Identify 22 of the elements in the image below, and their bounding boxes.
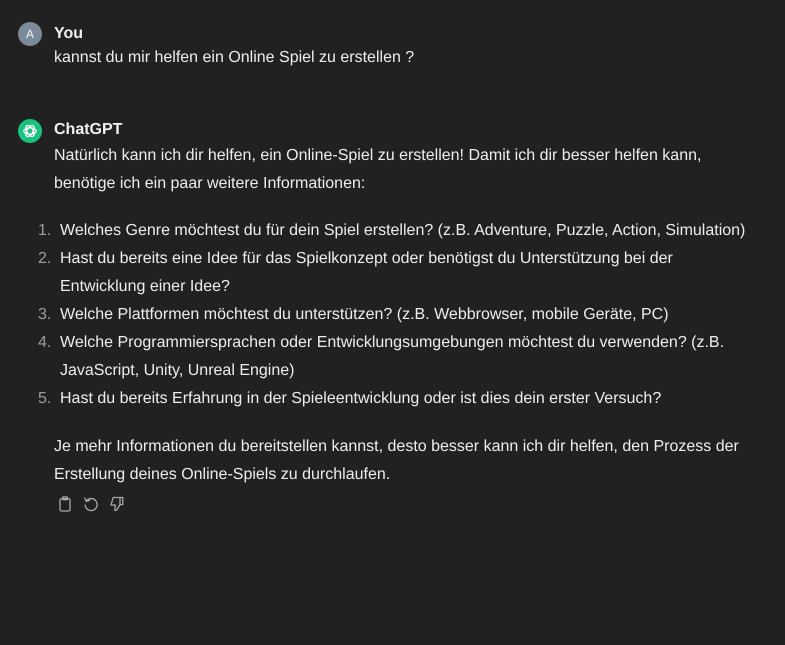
clipboard-icon: [57, 496, 73, 512]
list-item-text: Hast du bereits eine Idee für das Spielkonzept oder benötigst du Unterstützung bei der Entwicklung einer Idee?: [60, 249, 674, 297]
list-item-text: Hast du bereits Erfahrung in der Spieleentwicklung oder ist dies dein erster Versuch?: [60, 389, 662, 409]
regenerate-icon: [83, 496, 99, 512]
regenerate-button[interactable]: [82, 495, 100, 513]
list-item-text: Welche Programmiersprachen oder Entwicklungsumgebungen möchtest du verwenden? (z.B. JavaScript, Unity, Unreal Engine): [60, 333, 726, 381]
list-number: 2.: [38, 249, 52, 269]
message-text: Natürlich kann ich dir helfen, ein Online-Spiel zu erstellen! Damit ich dir besser helfen kann, benötige ich ein paar weitere Informationen:: [54, 146, 702, 194]
user-avatar: A: [18, 22, 42, 46]
thumbs-down-icon: [109, 496, 125, 512]
list-number: 5.: [38, 389, 52, 409]
list-item-text: Welches Genre möchtest du für dein Spiel erstellen? (z.B. Adventure, Puzzle, Action, Simulation): [60, 221, 746, 241]
author-name: ChatGPT: [54, 120, 124, 140]
list-number: 3.: [38, 305, 52, 325]
logo-icon: [18, 119, 42, 143]
list-item-text: Welche Plattformen möchtest du unterstützen? (z.B. Webbrowser, mobile Geräte, PC): [60, 305, 670, 325]
list-number: 4.: [38, 333, 52, 353]
dislike-button[interactable]: [108, 495, 126, 513]
message-text: Je mehr Informationen du bereitstellen kannst, desto besser kann ich dir helfen, den Prozess der Erstellung deines Online-Spiels zu durchlaufen.: [54, 437, 740, 485]
list-number: 1.: [38, 221, 52, 241]
message-text: kannst du mir helfen ein Online Spiel zu erstellen ?: [54, 48, 416, 68]
author-name: You: [54, 24, 84, 44]
